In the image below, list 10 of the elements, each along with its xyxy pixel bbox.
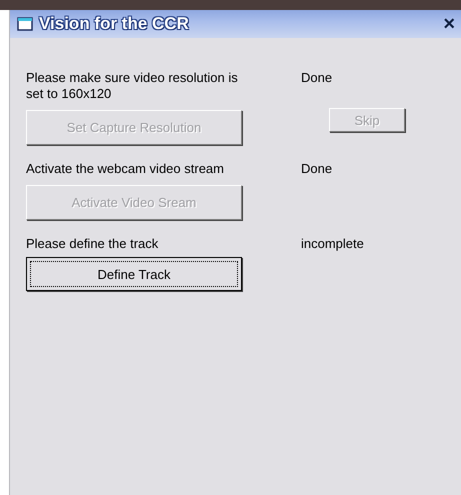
step-instruction: Please make sure video resolution is set to 160x120 [26,70,239,102]
step-status: Done [301,161,332,177]
window-title: Vision for the CCR [39,14,190,34]
close-button[interactable]: × [443,14,455,34]
step-instruction: Activate the webcam video stream [26,161,225,177]
step-status: incomplete [301,236,364,252]
step-instruction: Please define the track [26,236,160,252]
step-status: Done [301,70,332,86]
window-icon [17,17,33,31]
step-button[interactable]: Define Track [26,257,242,291]
